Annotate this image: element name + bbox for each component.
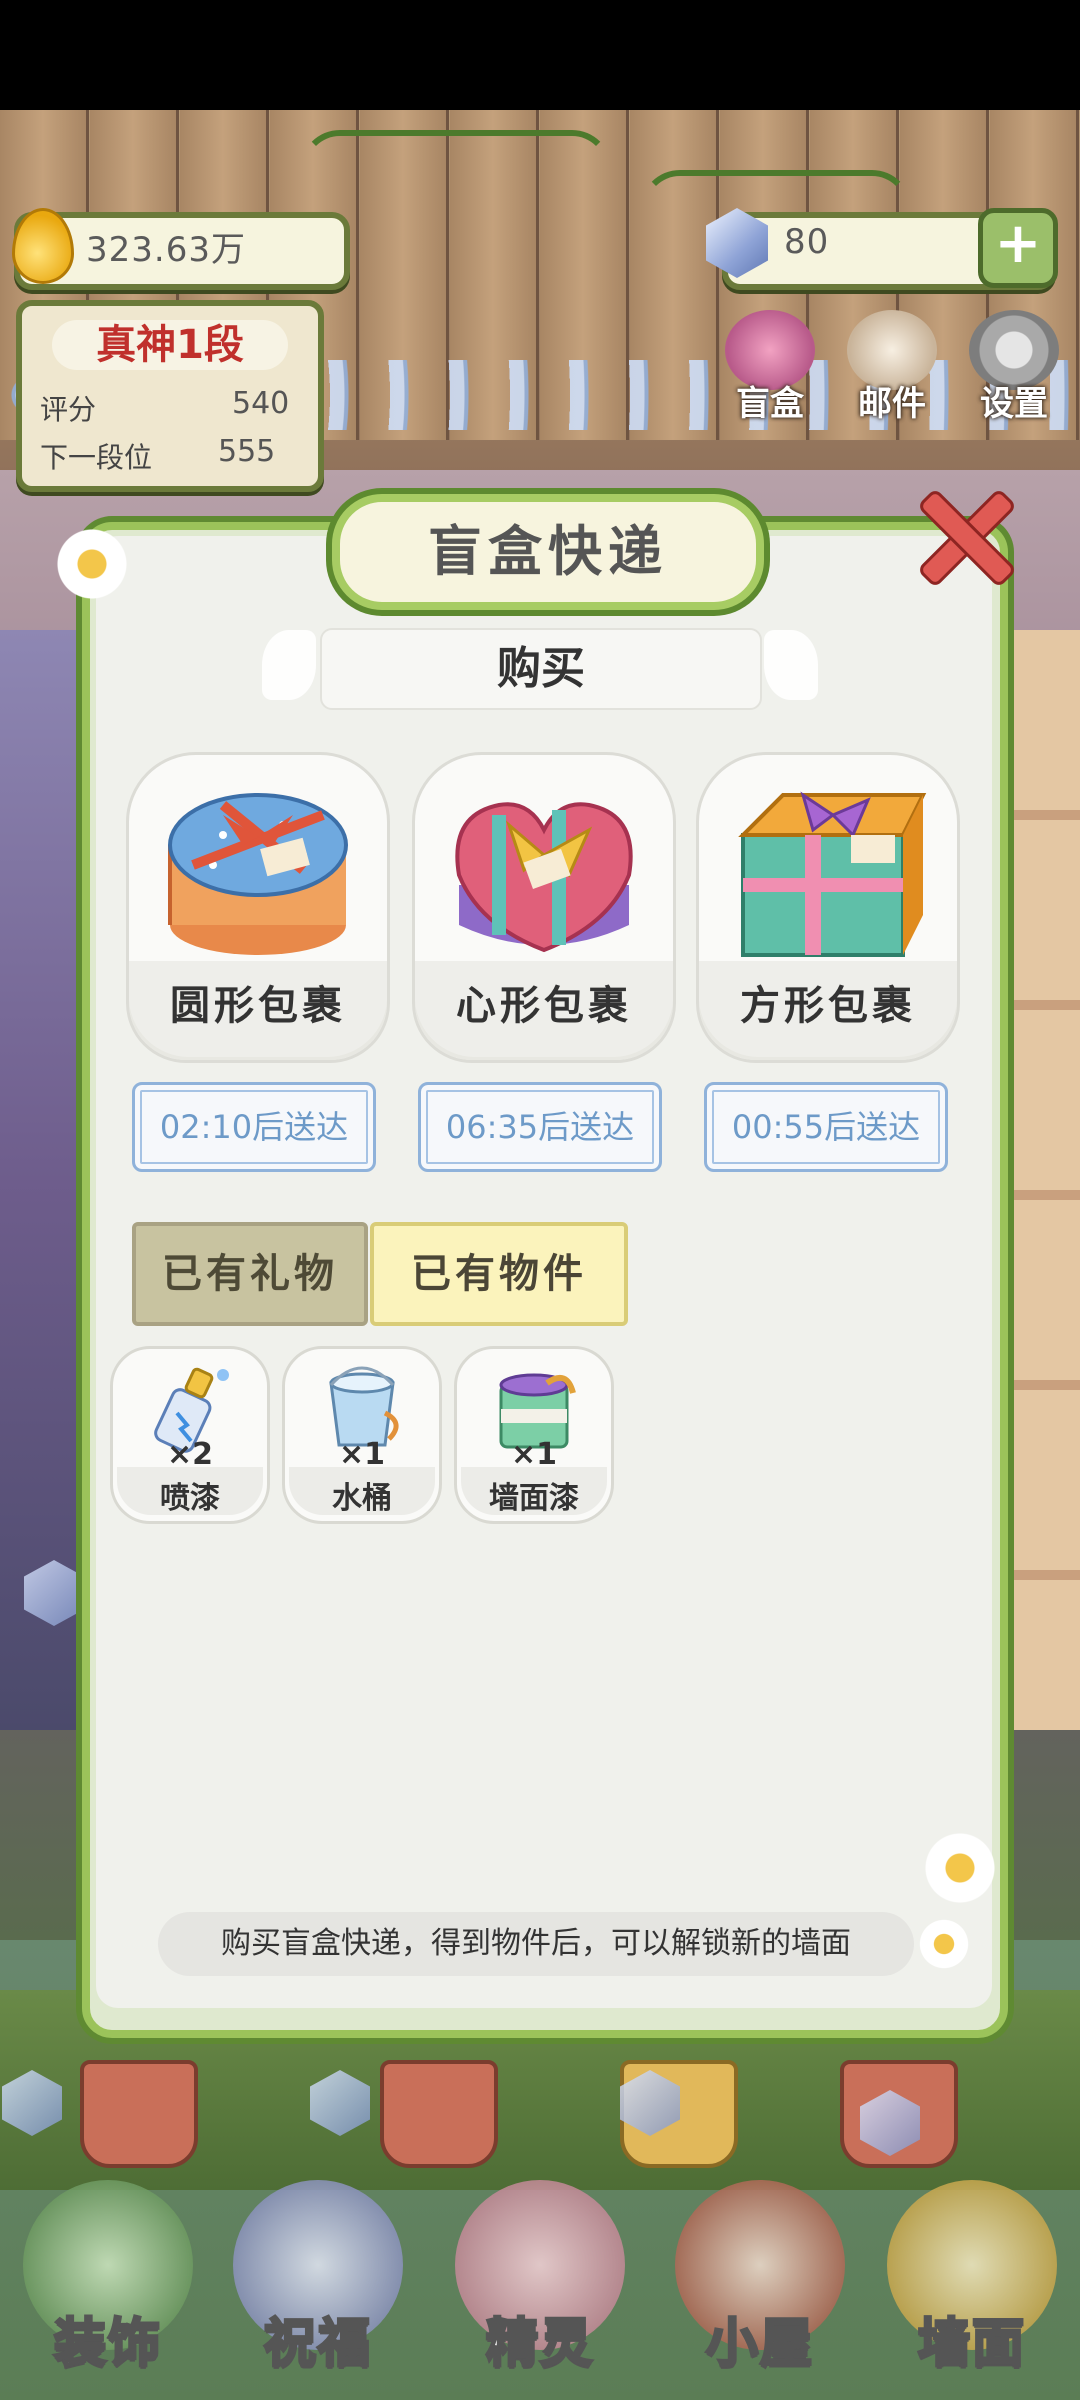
mystery-box-button[interactable]: 盲盒 — [720, 310, 820, 425]
heart-gift-box-icon — [455, 802, 633, 953]
nav-house[interactable]: 小屋 — [660, 2180, 860, 2400]
nav-decoration[interactable]: 装饰 — [8, 2180, 208, 2400]
currency-value: 323.63万 — [86, 230, 246, 270]
package-name: 方形包裹 — [740, 983, 916, 1029]
next-rank-value: 555 — [218, 434, 276, 469]
item-quantity: ×1 — [510, 1437, 557, 1472]
status-bar — [0, 0, 1080, 110]
modal-title: 盲盒快递 — [428, 520, 668, 583]
package-name: 圆形包裹 — [170, 983, 346, 1029]
item-quantity: ×2 — [166, 1437, 213, 1472]
item-name: 喷漆 — [160, 1481, 220, 1516]
daisy-decoration-icon — [916, 1916, 972, 1972]
package-timer: 06:35后送达 — [418, 1082, 662, 1172]
item-name: 墙面漆 — [489, 1481, 579, 1516]
rank-panel: 真神1段 评分 540 下一段位 555 — [16, 300, 324, 492]
package-timer: 00:55后送达 — [704, 1082, 948, 1172]
hint-message: 购买盲盒快递，得到物件后，可以解锁新的墙面 — [158, 1912, 914, 1976]
package-card-square[interactable]: 方形包裹 — [696, 752, 960, 1063]
item-quantity: ×1 — [338, 1437, 385, 1472]
tab-owned-gifts[interactable]: 已有礼物 — [132, 1222, 368, 1326]
square-gift-box-icon — [738, 791, 927, 957]
package-timer: 02:10后送达 — [132, 1082, 376, 1172]
item-card-bucket[interactable]: ×1 水桶 — [282, 1346, 442, 1524]
buy-tab[interactable]: 购买 — [320, 628, 762, 710]
rank-title: 真神1段 — [52, 320, 288, 370]
mail-button[interactable]: 邮件 — [842, 310, 942, 425]
next-rank-label: 下一段位 — [40, 441, 153, 474]
round-gift-box-icon — [168, 793, 348, 955]
item-name: 水桶 — [332, 1481, 392, 1516]
add-gems-button[interactable]: + — [978, 208, 1058, 288]
daisy-decoration-icon — [52, 524, 132, 604]
gem-value: 80 — [784, 222, 830, 262]
item-card-spray-paint[interactable]: ×2 喷漆 — [110, 1346, 270, 1524]
item-card-wall-paint[interactable]: ×1 墙面漆 — [454, 1346, 614, 1524]
package-name: 心形包裹 — [456, 983, 632, 1029]
wing-right-icon — [764, 630, 818, 700]
settings-button[interactable]: 设置 — [964, 310, 1064, 425]
wing-left-icon — [262, 630, 316, 700]
score-value: 540 — [232, 386, 290, 421]
nav-spirit[interactable]: 精灵 — [440, 2180, 640, 2400]
close-button[interactable] — [912, 482, 1012, 582]
tab-owned-items[interactable]: 已有物件 — [370, 1222, 628, 1326]
daisy-decoration-icon — [920, 1828, 1000, 1908]
package-card-round[interactable]: 圆形包裹 — [126, 752, 390, 1063]
nav-wall[interactable]: 墙面 — [872, 2180, 1072, 2400]
score-label: 评分 — [40, 393, 97, 426]
package-card-heart[interactable]: 心形包裹 — [412, 752, 676, 1063]
nav-blessing[interactable]: 祝福 — [218, 2180, 418, 2400]
